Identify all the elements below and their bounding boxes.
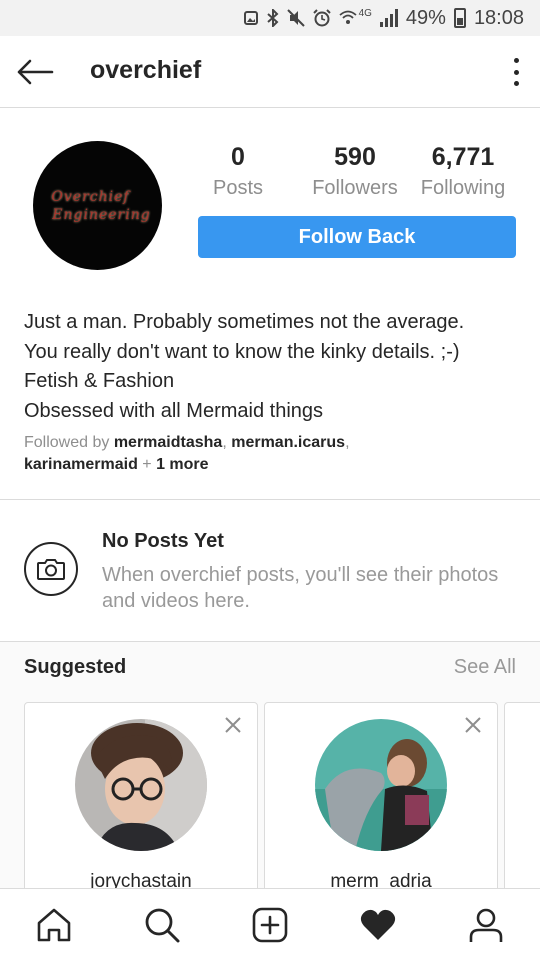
kebab-menu-icon[interactable]: [512, 58, 520, 86]
bio-line: Obsessed with all Mermaid things: [24, 399, 324, 422]
suggested-title: Suggested: [24, 656, 127, 678]
more-followers-link[interactable]: 1 more: [156, 456, 208, 473]
network-type: 4G: [358, 7, 372, 19]
battery-percent: 49%: [405, 6, 446, 29]
posts-stat: 0 Posts: [210, 142, 266, 204]
clock: 18:08: [473, 6, 524, 29]
profile-stats: 0 Posts 590 Followers 6,771 Following: [198, 142, 516, 204]
heart-icon[interactable]: [358, 905, 398, 945]
follow-back-button[interactable]: Follow Back: [198, 216, 516, 258]
follower-link[interactable]: mermaidtasha: [114, 434, 223, 451]
bluetooth-icon: [266, 9, 279, 27]
profile-bio: Just a man. Probably sometimes not the a…: [24, 308, 524, 426]
follower-link[interactable]: merman.icarus: [231, 434, 345, 451]
bio-line: You really don't want to know the kinky …: [24, 340, 460, 363]
profile-username-title: overchief: [90, 56, 202, 84]
avatar[interactable]: [315, 719, 447, 851]
no-posts-title: No Posts Yet: [102, 530, 224, 552]
profile-icon[interactable]: [466, 905, 506, 945]
battery-icon: [453, 8, 466, 28]
status-bar: 4G 49% 18:08: [0, 0, 540, 36]
wifi-icon: [338, 10, 357, 26]
separator: ,: [222, 434, 232, 451]
profile-header: overchief: [0, 36, 540, 108]
close-icon[interactable]: [463, 715, 483, 735]
suggested-user-card[interactable]: merm_adria: [264, 702, 498, 902]
followers-stat[interactable]: 590 Followers: [309, 142, 401, 204]
bottom-navigation: [0, 888, 540, 960]
suggested-user-card[interactable]: [504, 702, 540, 902]
avatar-logo-line1: Overchief: [51, 188, 130, 205]
signal-icon: [379, 9, 398, 27]
posts-label: Posts: [212, 177, 264, 199]
follower-link[interactable]: karinamermaid: [24, 456, 138, 473]
arrow-left-icon[interactable]: [16, 58, 54, 86]
camera-icon: [24, 542, 78, 596]
followers-count: 590: [334, 143, 376, 171]
followers-label: Followers: [312, 177, 398, 199]
following-count: 6,771: [431, 143, 495, 171]
close-icon[interactable]: [223, 715, 243, 735]
bio-line: Fetish & Fashion: [24, 370, 175, 392]
no-posts-text: When overchief posts, you'll see their p…: [102, 564, 499, 612]
search-icon[interactable]: [142, 905, 182, 945]
suggested-user-card[interactable]: jorychastain: [24, 702, 258, 902]
profile-avatar[interactable]: Overchief Engineering: [33, 141, 162, 270]
bio-line: Just a man. Probably sometimes not the a…: [24, 311, 465, 333]
home-icon[interactable]: [34, 905, 74, 945]
mute-icon: [286, 9, 305, 27]
image-notification-icon: [243, 10, 259, 26]
followed-by-text[interactable]: Followed by mermaidtasha, merman.icarus,…: [24, 432, 524, 476]
avatar[interactable]: [75, 719, 207, 851]
separator: ,: [345, 434, 350, 451]
see-all-link[interactable]: See All: [454, 656, 516, 679]
separator: +: [137, 456, 157, 473]
posts-count: 0: [231, 143, 245, 171]
following-label: Following: [420, 177, 506, 199]
add-post-icon[interactable]: [250, 905, 290, 945]
avatar-logo-line2: Engineering: [52, 206, 151, 223]
divider: [0, 499, 540, 500]
alarm-icon: [312, 9, 331, 27]
followed-by-prefix: Followed by: [24, 434, 114, 451]
following-stat[interactable]: 6,771 Following: [416, 142, 510, 204]
